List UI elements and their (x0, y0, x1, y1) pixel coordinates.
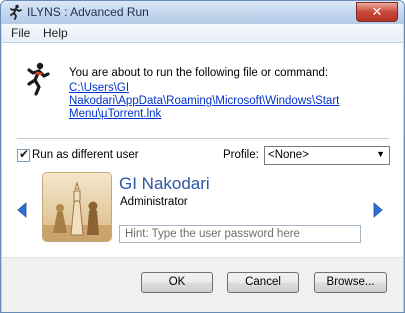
run-as-label[interactable]: Run as different user (32, 149, 139, 161)
intro-text: You are about to run the following file … (69, 67, 329, 79)
close-button[interactable]: ✕ (356, 2, 398, 22)
command-path-line2: Menu\µTorrent.lnk (69, 108, 162, 120)
dialog-body: You are about to run the following file … (2, 43, 403, 257)
password-field[interactable] (119, 225, 361, 243)
advanced-run-window: ILYNS : Advanced Run ✕ File Help You are… (0, 0, 405, 313)
user-role: Administrator (120, 196, 188, 208)
ok-button[interactable]: OK (141, 272, 213, 293)
profile-label: Profile: (223, 149, 259, 161)
close-icon: ✕ (371, 4, 383, 19)
chess-pieces-avatar (43, 173, 111, 241)
next-user-arrow-icon[interactable] (373, 202, 383, 218)
runner-icon (27, 62, 50, 96)
menu-help[interactable]: Help (43, 26, 68, 40)
previous-user-arrow-icon[interactable] (17, 202, 27, 218)
profile-value: <None> (268, 149, 309, 161)
divider (17, 138, 389, 139)
run-as-checkbox[interactable]: ✔ (17, 147, 30, 162)
window-title: ILYNS : Advanced Run (27, 5, 149, 19)
title-bar[interactable]: ILYNS : Advanced Run ✕ (1, 1, 404, 24)
browse-button[interactable]: Browse... (314, 272, 387, 293)
command-path-line1: C:\Users\GI Nakodari\AppData\Roaming\Mic… (69, 82, 340, 107)
runner-app-icon (10, 4, 22, 20)
user-name: GI Nakodari (119, 174, 210, 193)
cancel-button[interactable]: Cancel (227, 272, 299, 293)
menu-file[interactable]: File (11, 26, 30, 40)
checkmark-icon: ✔ (19, 147, 30, 161)
profile-dropdown[interactable]: <None> ▼ (264, 146, 390, 165)
chevron-down-icon: ▼ (376, 149, 385, 159)
avatar (42, 172, 112, 242)
command-path-link[interactable]: C:\Users\GI Nakodari\AppData\Roaming\Mic… (69, 82, 389, 121)
menu-bar: File Help (2, 24, 403, 43)
